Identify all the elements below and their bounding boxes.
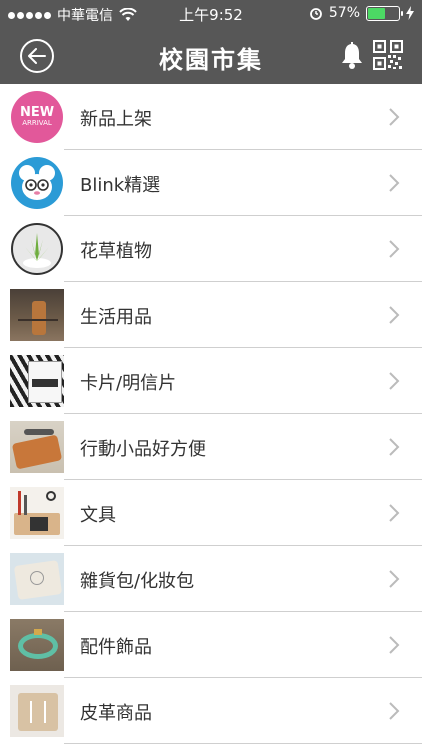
category-item-cards-postcards[interactable]: 卡片/明信片: [0, 348, 422, 414]
arrival-badge-text: ARRIVAL: [22, 119, 52, 127]
new-badge-text: NEW: [19, 105, 55, 120]
chevron-right-icon: [389, 174, 400, 192]
category-list: NEW ARRIVAL 新品上架 Blink精選 花草植物 生活用品 卡片/明信…: [0, 84, 422, 744]
battery-icon: [366, 5, 403, 21]
chevron-right-icon: [389, 372, 400, 390]
category-label: 文具: [80, 505, 116, 526]
chevron-right-icon: [389, 636, 400, 654]
battery-fill: [368, 7, 386, 19]
daily-goods-thumbnail: [10, 289, 64, 341]
category-item-stationery[interactable]: 文具: [0, 480, 422, 546]
category-item-accessories[interactable]: 配件飾品: [0, 612, 422, 678]
pouch-thumbnail: [10, 553, 64, 605]
category-item-new-arrival[interactable]: NEW ARRIVAL 新品上架: [0, 84, 422, 150]
chevron-right-icon: [389, 306, 400, 324]
category-label: 卡片/明信片: [80, 373, 177, 394]
category-label: 皮革商品: [80, 703, 152, 724]
category-label: 配件飾品: [80, 637, 152, 658]
chevron-right-icon: [389, 504, 400, 522]
chevron-right-icon: [389, 702, 400, 720]
category-item-pouches[interactable]: 雜貨包/化妝包: [0, 546, 422, 612]
plant-thumbnail: [11, 223, 63, 275]
chevron-right-icon: [389, 240, 400, 258]
cards-thumbnail: [10, 355, 64, 407]
charging-icon: [406, 6, 414, 20]
chevron-right-icon: [389, 570, 400, 588]
alarm-icon: [309, 8, 322, 20]
mobile-accessories-thumbnail: [10, 421, 64, 473]
chevron-right-icon: [389, 108, 400, 126]
category-item-plants[interactable]: 花草植物: [0, 216, 422, 282]
status-bar: 中華電信 上午9:52 57%: [0, 0, 422, 28]
category-label: 行動小品好方便: [80, 439, 206, 460]
bracelet-thumbnail: [10, 619, 64, 671]
blink-mascot-icon: [11, 157, 63, 209]
category-item-blink-picks[interactable]: Blink精選: [0, 150, 422, 216]
category-item-mobile-accessories[interactable]: 行動小品好方便: [0, 414, 422, 480]
new-arrival-badge-icon: NEW ARRIVAL: [11, 91, 63, 143]
category-label: 生活用品: [80, 307, 152, 328]
stationery-thumbnail: [10, 487, 64, 539]
chevron-right-icon: [389, 438, 400, 456]
divider: [64, 743, 422, 744]
category-item-daily-goods[interactable]: 生活用品: [0, 282, 422, 348]
category-label: 雜貨包/化妝包: [80, 571, 195, 592]
bell-icon[interactable]: [340, 42, 364, 70]
qr-code-icon[interactable]: [373, 40, 403, 70]
category-label: 新品上架: [80, 109, 152, 130]
battery-percent: 57%: [328, 5, 360, 21]
leather-thumbnail: [10, 685, 64, 737]
category-item-leather-goods[interactable]: 皮革商品: [0, 678, 422, 744]
category-label: 花草植物: [80, 241, 152, 262]
nav-bar: 校園市集: [0, 28, 422, 84]
status-right: 57%: [309, 5, 414, 21]
category-label: Blink精選: [80, 175, 161, 196]
